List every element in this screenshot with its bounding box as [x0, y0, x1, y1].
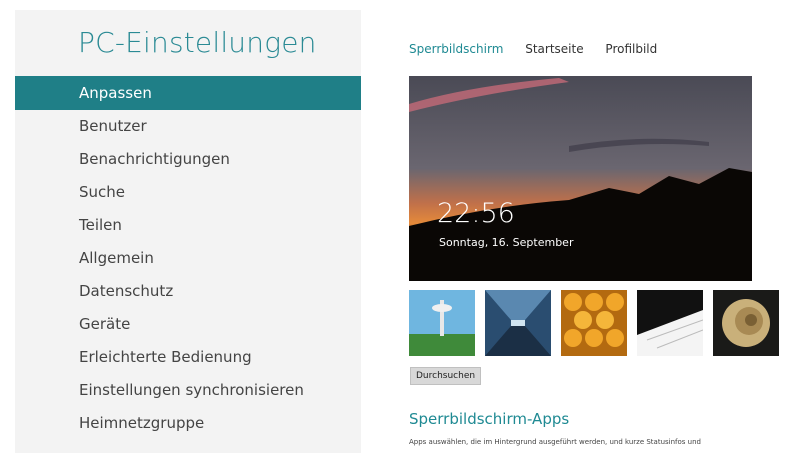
lock-screen-apps-description: Apps auswählen, die im Hintergrund ausge… — [409, 438, 701, 446]
sunset-wallpaper-image — [409, 76, 752, 281]
lock-date: Sonntag, 16. September — [439, 236, 574, 249]
main-panel: Sperrbildschirm Startseite Profilbild 22… — [361, 0, 794, 453]
tunnel-thumbnail[interactable] — [485, 290, 551, 356]
tab-sperrbildschirm[interactable]: Sperrbildschirm — [409, 42, 503, 56]
honeycomb-thumbnail[interactable] — [561, 290, 627, 356]
sidebar: PC-Einstellungen Anpassen Benutzer Benac… — [15, 10, 361, 453]
sidebar-item-benutzer[interactable]: Benutzer — [15, 110, 361, 143]
sidebar-item-allgemein[interactable]: Allgemein — [15, 242, 361, 275]
browse-button[interactable]: Durchsuchen — [410, 367, 482, 385]
lock-clock: 22:56 — [437, 198, 515, 229]
sidebar-item-heimnetzgruppe[interactable]: Heimnetzgruppe — [15, 407, 361, 440]
lock-screen-apps-heading: Sperrbildschirm-Apps — [409, 410, 570, 428]
tab-startseite[interactable]: Startseite — [525, 42, 583, 56]
wallpaper-thumbnails — [409, 290, 779, 358]
sidebar-item-teilen[interactable]: Teilen — [15, 209, 361, 242]
tab-profilbild[interactable]: Profilbild — [605, 42, 657, 56]
nautilus-shell-icon — [713, 290, 779, 356]
piano-keys-icon — [637, 290, 703, 356]
page-title: PC-Einstellungen — [78, 26, 317, 59]
nautilus-shell-thumbnail[interactable] — [713, 290, 779, 356]
sidebar-item-benachrichtigungen[interactable]: Benachrichtigungen — [15, 143, 361, 176]
tab-bar: Sperrbildschirm Startseite Profilbild — [409, 42, 675, 56]
sidebar-item-suche[interactable]: Suche — [15, 176, 361, 209]
sidebar-item-einstellungen-synchronisieren[interactable]: Einstellungen synchronisieren — [15, 374, 361, 407]
sidebar-item-datenschutz[interactable]: Datenschutz — [15, 275, 361, 308]
honeycomb-icon — [561, 290, 627, 356]
piano-keys-thumbnail[interactable] — [637, 290, 703, 356]
sidebar-nav: Anpassen Benutzer Benachrichtigungen Suc… — [15, 76, 361, 440]
lock-screen-preview: 22:56 Sonntag, 16. September — [409, 76, 752, 281]
sidebar-item-anpassen[interactable]: Anpassen — [15, 76, 361, 110]
sidebar-item-geraete[interactable]: Geräte — [15, 308, 361, 341]
sidebar-item-erleichterte-bedienung[interactable]: Erleichterte Bedienung — [15, 341, 361, 374]
tunnel-icon — [485, 290, 551, 356]
space-needle-thumbnail[interactable] — [409, 290, 475, 356]
space-needle-icon — [409, 290, 475, 356]
